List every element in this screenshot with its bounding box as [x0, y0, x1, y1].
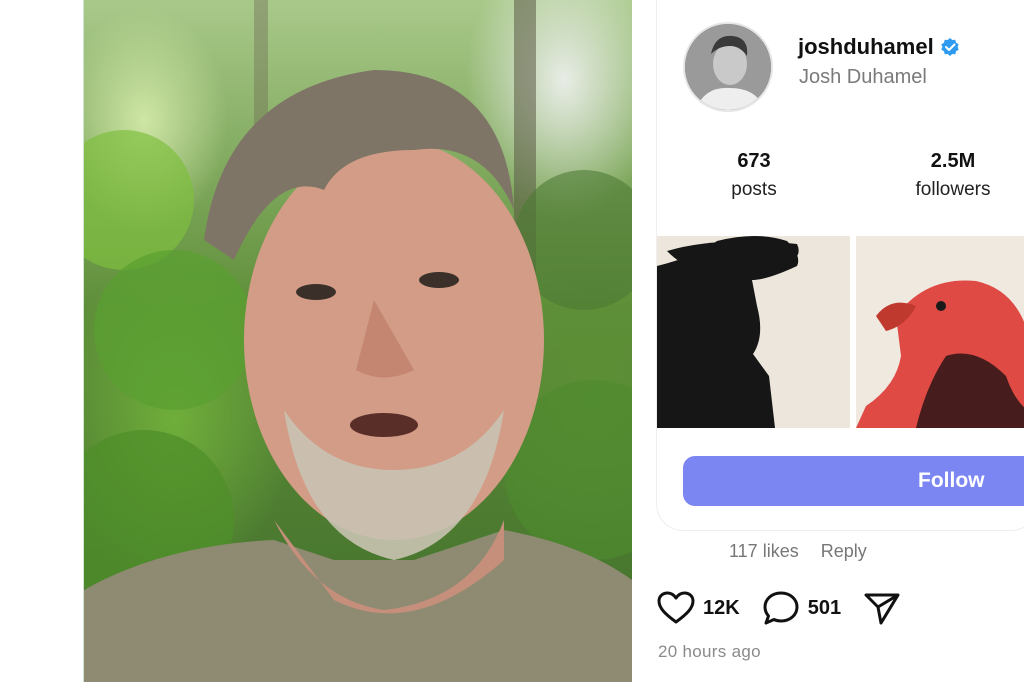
comment-likes[interactable]: 117 likes	[729, 541, 799, 562]
page-margin	[0, 0, 83, 682]
heart-icon[interactable]	[657, 591, 695, 625]
followers-stat[interactable]: 2.5M followers	[883, 150, 1023, 201]
cowboy-silhouette-image	[657, 236, 850, 428]
video-frame-image	[84, 0, 632, 682]
profile-photo-icon	[685, 24, 771, 110]
comment-count: 501	[807, 596, 842, 619]
post-timestamp: 20 hours ago	[658, 642, 761, 661]
posts-label: posts	[731, 179, 777, 200]
comment-meta: 117 likes Reply	[729, 541, 867, 562]
posts-stat[interactable]: 673 posts	[684, 150, 824, 201]
posts-count: 673	[737, 150, 771, 172]
reply-button[interactable]: Reply	[821, 541, 867, 562]
username-row: joshduhamel	[798, 34, 960, 60]
eagle-image	[856, 236, 1024, 428]
avatar[interactable]	[683, 22, 773, 112]
followers-label: followers	[915, 179, 991, 200]
post-actions: 12K 501	[657, 590, 923, 626]
follow-button[interactable]: Follow	[683, 456, 1024, 506]
video-player[interactable]	[83, 0, 632, 682]
like-count: 12K	[703, 596, 740, 619]
post-thumbnail[interactable]	[856, 236, 1024, 428]
send-icon[interactable]	[863, 590, 901, 626]
comment-action[interactable]: 501	[762, 590, 841, 626]
post-thumbnail[interactable]	[657, 236, 850, 428]
followers-count: 2.5M	[930, 150, 976, 172]
full-name: Josh Duhamel	[799, 66, 927, 88]
comment-bubble-icon[interactable]	[762, 590, 800, 626]
like-action[interactable]: 12K	[657, 591, 740, 625]
verified-badge-icon	[940, 38, 959, 56]
username[interactable]: joshduhamel	[798, 34, 934, 60]
share-action[interactable]	[863, 590, 901, 626]
